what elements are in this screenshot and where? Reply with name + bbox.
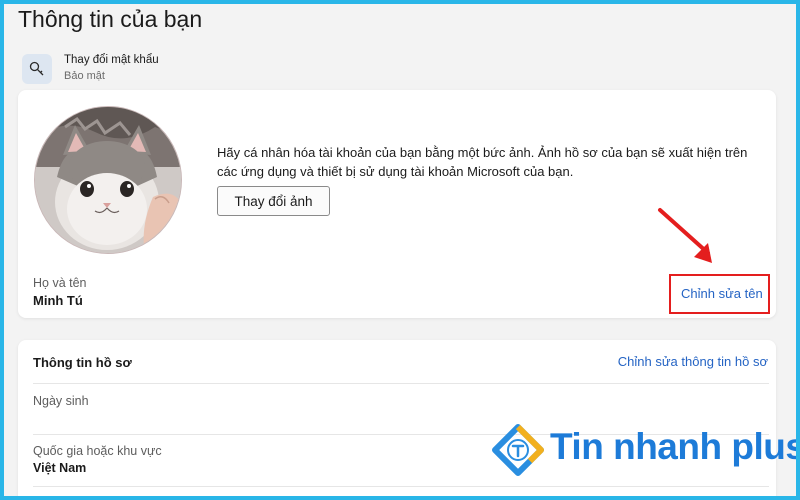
edit-name-link[interactable]: Chỉnh sửa tên (681, 286, 763, 301)
change-photo-button[interactable]: Thay đổi ảnh (217, 186, 330, 216)
watermark-brand: Tin nhanh plus (492, 424, 800, 476)
change-password-subtitle: Bảo mật (64, 70, 105, 82)
change-password-item[interactable]: Thay đổi mật khẩu Bảo mật (22, 52, 322, 86)
edit-profile-info-link[interactable]: Chỉnh sửa thông tin hồ sơ (618, 354, 768, 369)
avatar (34, 106, 182, 254)
page-title: Thông tin của bạn (18, 6, 203, 32)
brand-logo-icon (492, 424, 544, 476)
profile-info-title: Thông tin hồ sơ (33, 355, 132, 370)
full-name-value: Minh Tú (33, 293, 83, 308)
country-label: Quốc gia hoặc khu vực (33, 444, 162, 458)
profile-photo-description: Hãy cá nhân hóa tài khoản của bạn bằng m… (217, 145, 748, 179)
country-value: Việt Nam (33, 461, 87, 475)
pointer-arrow-icon (658, 208, 712, 263)
watermark-text: Tin nhanh plus (550, 426, 800, 467)
profile-card: Hãy cá nhân hóa tài khoản của bạn bằng m… (18, 90, 776, 318)
profile-info-card: Thông tin hồ sơ Chỉnh sửa thông tin hồ s… (18, 340, 776, 500)
birthday-label: Ngày sinh (33, 394, 89, 408)
key-icon (22, 54, 52, 84)
full-name-label: Họ và tên (33, 276, 87, 290)
change-password-title: Thay đổi mật khẩu (64, 54, 159, 66)
divider (33, 383, 769, 384)
divider (33, 486, 769, 487)
